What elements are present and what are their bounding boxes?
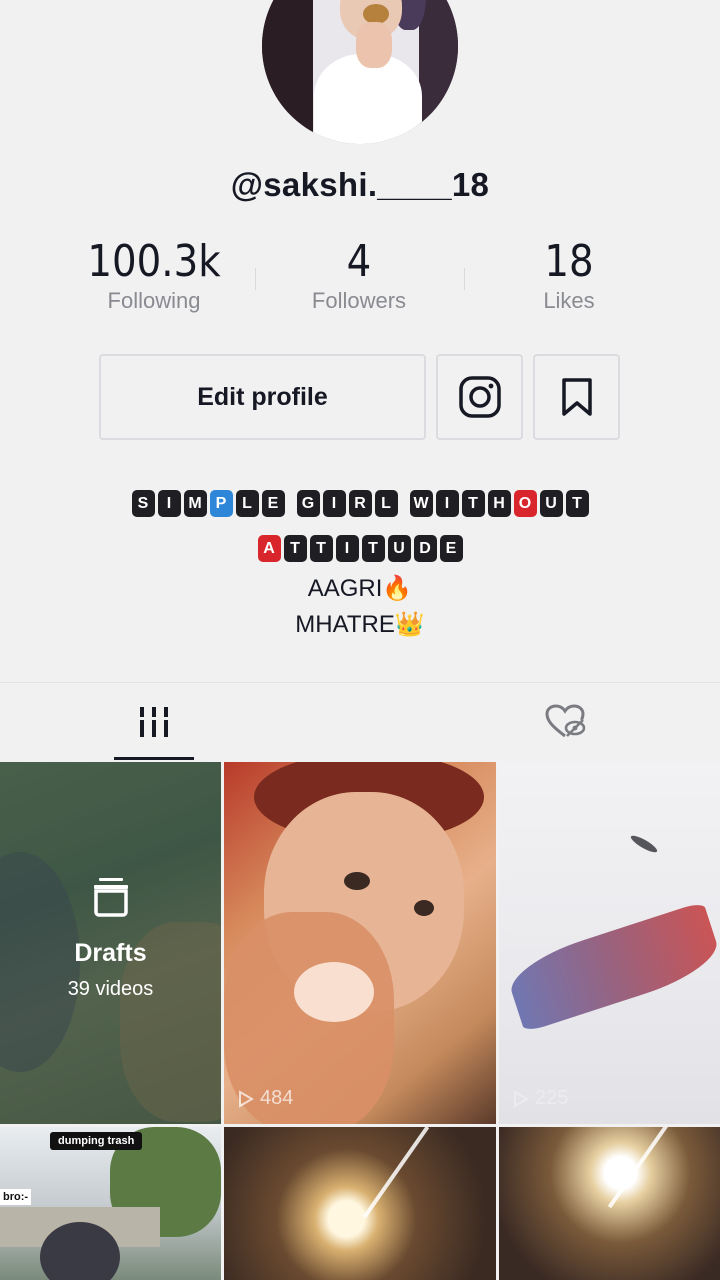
bio-letter-tile: T <box>309 535 333 562</box>
play-icon <box>514 1089 529 1108</box>
drafts-box-icon <box>93 878 128 917</box>
thumbnail-art <box>344 872 370 890</box>
followers-label: Followers <box>311 288 407 313</box>
bio-letter-tile: U <box>539 490 563 517</box>
edit-profile-button[interactable]: Edit profile <box>99 354 426 440</box>
avatar-filter-nose <box>363 4 389 24</box>
video-thumbnail[interactable]: dumping trash bro:- <box>0 1127 221 1280</box>
bio-line-1: S I M P L E G I R L W I T H O U T <box>0 490 720 517</box>
bio-letter-tile: M <box>183 490 207 517</box>
tab-liked[interactable] <box>526 683 606 761</box>
bio-letter-tile: P <box>209 490 233 517</box>
profile-avatar[interactable] <box>262 0 458 144</box>
stat-likes[interactable]: 18 Likes <box>469 236 669 314</box>
grid-icon <box>138 707 170 737</box>
bio-letter-tile: G <box>296 490 320 517</box>
bio-letter-tile: S <box>131 490 155 517</box>
bio-letter-tile: T <box>283 535 307 562</box>
active-tab-indicator <box>114 757 194 760</box>
followers-count: 4 <box>346 236 372 287</box>
video-thumbnail[interactable]: 484 <box>224 762 496 1124</box>
drafts-tile[interactable]: Drafts 39 videos <box>0 762 221 1124</box>
view-count-value: 225 <box>535 1087 569 1109</box>
view-count-value: 484 <box>260 1087 294 1109</box>
stat-separator <box>255 268 256 290</box>
thumbnail-art <box>362 1127 430 1219</box>
instagram-icon <box>458 376 501 418</box>
likes-count: 18 <box>544 236 594 287</box>
thumbnail-art <box>629 833 659 855</box>
bio-letter-tile: W <box>409 490 433 517</box>
drafts-title: Drafts <box>74 939 147 967</box>
thumbnail-art <box>503 901 720 1033</box>
tab-videos[interactable] <box>114 683 194 761</box>
view-count: 225 <box>513 1087 568 1110</box>
bio-letter-tile: T <box>461 490 485 517</box>
avatar-hand <box>356 22 392 68</box>
bio-letter-tile: R <box>348 490 372 517</box>
bio-letter-tile: T <box>361 535 385 562</box>
bio-letter-tile: T <box>565 490 589 517</box>
following-label: Following <box>107 288 201 313</box>
bookmark-icon <box>561 378 592 416</box>
bio-letter-tile: I <box>322 490 346 517</box>
video-thumbnail[interactable] <box>499 1127 720 1280</box>
bio-letter-tile: E <box>261 490 285 517</box>
thumbnail-caption-side: bro:- <box>0 1189 32 1205</box>
thumbnail-caption: dumping trash <box>50 1132 143 1150</box>
profile-tabs <box>0 683 720 761</box>
bio-line-2: A T T I T U D E <box>0 535 720 562</box>
view-count: 484 <box>238 1087 293 1110</box>
bio-letter-tile: U <box>387 535 411 562</box>
stat-following[interactable]: 100.3k Following <box>54 236 254 314</box>
bio-letter-tile: I <box>435 490 459 517</box>
following-count: 100.3k <box>87 236 221 287</box>
stat-separator <box>464 268 465 290</box>
thumbnail-art <box>294 962 374 1022</box>
bio-letter-tile: A <box>257 535 281 562</box>
thumbnail-art <box>607 1127 675 1209</box>
drafts-info: Drafts 39 videos <box>0 876 221 1001</box>
favorites-button[interactable] <box>533 354 620 440</box>
bio-space <box>401 490 407 517</box>
bio-letter-tile: L <box>235 490 259 517</box>
bio-line-3: AAGRI🔥 <box>307 575 413 602</box>
likes-label: Likes <box>543 288 595 313</box>
bio-space <box>288 490 294 517</box>
bio-letter-tile: O <box>513 490 537 517</box>
video-thumbnail[interactable]: 225 <box>499 762 720 1124</box>
bio-letter-tile: D <box>413 535 437 562</box>
username: @sakshi.____18 <box>230 166 490 203</box>
bio-line-4: MHATRE👑 <box>295 611 425 638</box>
bio-letter-tile: I <box>335 535 359 562</box>
play-icon <box>239 1089 254 1108</box>
liked-hidden-icon <box>545 704 586 738</box>
drafts-count: 39 videos <box>67 978 154 1000</box>
stat-followers[interactable]: 4 Followers <box>259 236 459 314</box>
video-thumbnail[interactable] <box>224 1127 496 1280</box>
instagram-button[interactable] <box>436 354 523 440</box>
bio-letter-tile: L <box>374 490 398 517</box>
bio-letter-tile: I <box>157 490 181 517</box>
thumbnail-art <box>414 900 434 916</box>
bio-letter-tile: E <box>439 535 463 562</box>
bio-letter-tile: H <box>487 490 511 517</box>
